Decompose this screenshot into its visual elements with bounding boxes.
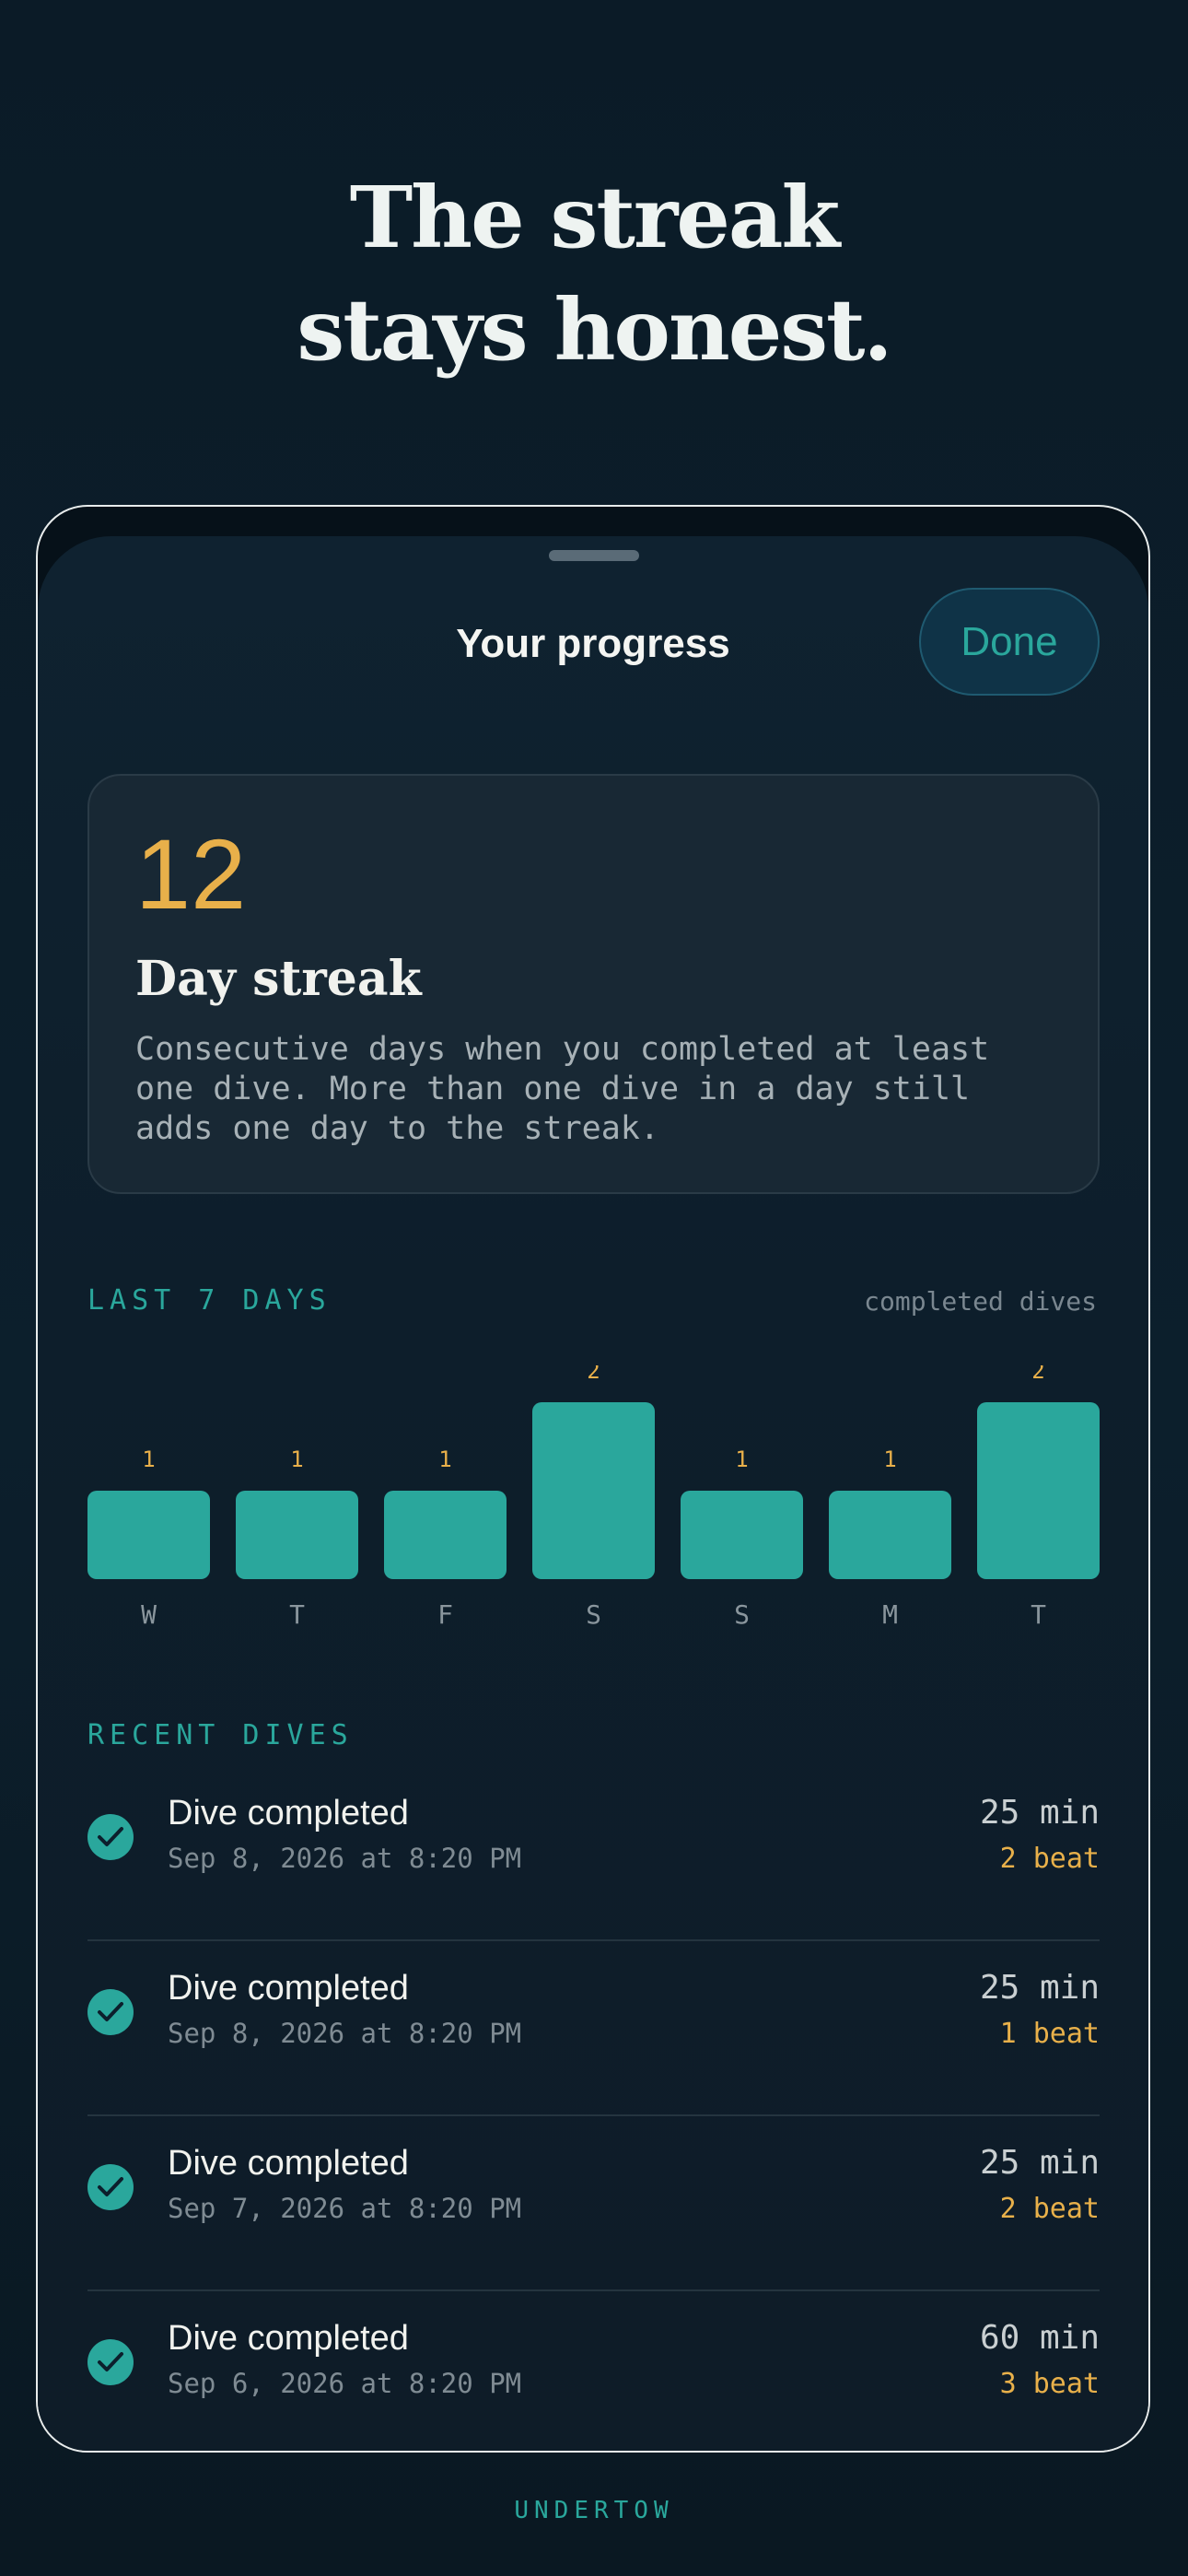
completed-dives-note: completed dives [864, 1286, 1097, 1317]
chart-category-label: T [289, 1599, 305, 1630]
recent-dives-label: RECENT DIVES [87, 1719, 354, 1751]
streak-description: Consecutive days when you completed at l… [135, 1031, 990, 1147]
chart-category-label: T [1031, 1599, 1046, 1630]
dive-row[interactable]: Dive completed Sep 8, 2026 at 8:20 PM 25 m… [87, 1941, 1100, 2116]
seven-day-bar-chart: 1 W 1 T 1 F 2 S 1 S 1 M 2 T [87, 1365, 1100, 1630]
dive-duration: 60 min [979, 2319, 1100, 2357]
chart-bar [829, 1491, 951, 1579]
dive-title: Dive completed [168, 1794, 409, 1832]
sheet-grabber[interactable] [549, 550, 639, 561]
chart-value-label: 2 [587, 1365, 600, 1384]
streak-label: Day streak [135, 951, 422, 1007]
check-circle-icon [87, 2164, 134, 2210]
dive-duration: 25 min [979, 1969, 1100, 2007]
dive-title: Dive completed [168, 2319, 409, 2358]
dive-title: Dive completed [168, 2144, 409, 2183]
brand-wordmark: UNDERTOW [514, 2497, 674, 2524]
chart-category-label: F [437, 1599, 453, 1630]
progress-sheet: Your progress Done 12 Day streak Consecu… [38, 536, 1148, 2451]
dive-beat: 3 beat [999, 2368, 1100, 2400]
chart-category-label: S [734, 1599, 750, 1630]
chart-bar [384, 1491, 507, 1579]
done-button[interactable]: Done [919, 588, 1100, 696]
dive-duration: 25 min [979, 2144, 1100, 2182]
chart-bar [681, 1491, 803, 1579]
dive-row[interactable]: Dive completed Sep 7, 2026 at 8:20 PM 25 m… [87, 2116, 1100, 2291]
chart-value-label: 2 [1031, 1365, 1044, 1384]
chart-value-label: 1 [142, 1446, 155, 1472]
chart-bar [236, 1491, 358, 1579]
chart-category-label: W [141, 1599, 157, 1630]
chart-value-label: 1 [735, 1446, 748, 1472]
chart-bar [532, 1402, 655, 1579]
chart-bar [977, 1402, 1100, 1579]
dive-date: Sep 8, 2026 at 8:20 PM [168, 1843, 522, 1874]
dive-beat: 2 beat [999, 1843, 1100, 1875]
headline: The streak stays honest. [0, 161, 1188, 386]
dive-beat: 1 beat [999, 2018, 1100, 2050]
dive-beat: 2 beat [999, 2193, 1100, 2225]
headline-line-1: The streak [349, 168, 841, 267]
dive-date: Sep 6, 2026 at 8:20 PM [168, 2368, 522, 2399]
dive-duration: 25 min [979, 1794, 1100, 1832]
check-circle-icon [87, 1989, 134, 2035]
dive-row[interactable]: Dive completed Sep 6, 2026 at 8:20 PM 60 m… [87, 2291, 1100, 2451]
check-circle-icon [87, 1814, 134, 1860]
chart-bar [87, 1491, 210, 1579]
headline-line-2: stays honest. [297, 280, 892, 380]
check-circle-icon [87, 2339, 134, 2385]
chart-category-label: S [586, 1599, 601, 1630]
streak-card: 12 Day streak Consecutive days when you … [87, 774, 1100, 1194]
chart-value-label: 1 [883, 1446, 896, 1472]
dive-title: Dive completed [168, 1969, 409, 2008]
chart-value-label: 1 [438, 1446, 451, 1472]
dive-date: Sep 7, 2026 at 8:20 PM [168, 2193, 522, 2224]
streak-count: 12 [135, 818, 247, 930]
device-frame: Your progress Done 12 Day streak Consecu… [36, 505, 1150, 2453]
chart-category-label: M [882, 1599, 898, 1630]
chart-value-label: 1 [290, 1446, 303, 1472]
dive-date: Sep 8, 2026 at 8:20 PM [168, 2018, 522, 2049]
recent-dives-list: Dive completed Sep 8, 2026 at 8:20 PM 25 m… [87, 1766, 1100, 2451]
last-7-days-label: LAST 7 DAYS [87, 1284, 332, 1317]
dive-row[interactable]: Dive completed Sep 8, 2026 at 8:20 PM 25 m… [87, 1766, 1100, 1941]
